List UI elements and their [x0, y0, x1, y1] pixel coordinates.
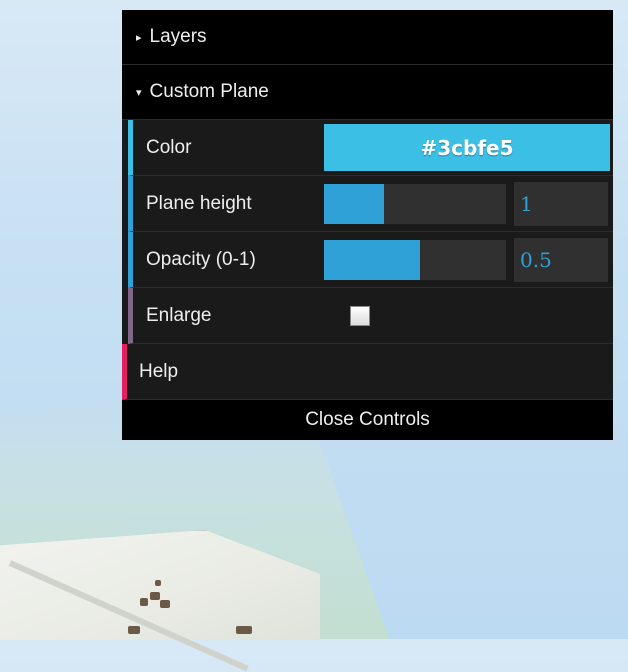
- close-controls-label: Close Controls: [305, 409, 430, 430]
- plane-height-slider[interactable]: [324, 183, 506, 224]
- opacity-slider-fill: [324, 239, 421, 280]
- building: [140, 598, 148, 606]
- controls-panel: ▸ Layers ▾ Custom Plane Color #3cbfe5 Pl…: [122, 10, 613, 440]
- folder-custom-plane-label: Custom Plane: [149, 81, 269, 102]
- enlarge-label: Enlarge: [146, 304, 212, 326]
- plane-height-row: Plane height 1: [128, 176, 613, 232]
- close-controls-button[interactable]: Close Controls: [122, 400, 613, 440]
- building: [236, 626, 252, 634]
- folder-layers[interactable]: ▸ Layers: [122, 10, 613, 65]
- opacity-input[interactable]: 0.5: [514, 237, 608, 282]
- triangle-down-icon: ▾: [136, 86, 142, 99]
- color-value: #3cbfe5: [420, 135, 514, 160]
- opacity-row: Opacity (0-1) 0.5: [128, 232, 613, 288]
- building: [128, 626, 140, 634]
- building: [160, 600, 170, 608]
- plane-height-label: Plane height: [146, 192, 252, 214]
- help-row[interactable]: Help: [122, 344, 613, 400]
- enlarge-row: Enlarge: [128, 288, 613, 344]
- plane-height-input[interactable]: 1: [514, 181, 608, 226]
- folder-layers-label: Layers: [149, 26, 207, 47]
- color-control-row: Color #3cbfe5: [128, 120, 613, 176]
- folder-custom-plane[interactable]: ▾ Custom Plane: [122, 65, 613, 120]
- plane-height-slider-fill: [324, 183, 385, 224]
- help-label: Help: [139, 360, 179, 382]
- opacity-label: Opacity (0-1): [146, 248, 256, 270]
- color-picker[interactable]: #3cbfe5: [324, 124, 610, 171]
- enlarge-checkbox[interactable]: [350, 305, 370, 326]
- building: [155, 580, 161, 586]
- color-label: Color: [146, 136, 192, 158]
- opacity-slider[interactable]: [324, 239, 506, 280]
- building: [150, 592, 160, 600]
- triangle-right-icon: ▸: [136, 31, 142, 44]
